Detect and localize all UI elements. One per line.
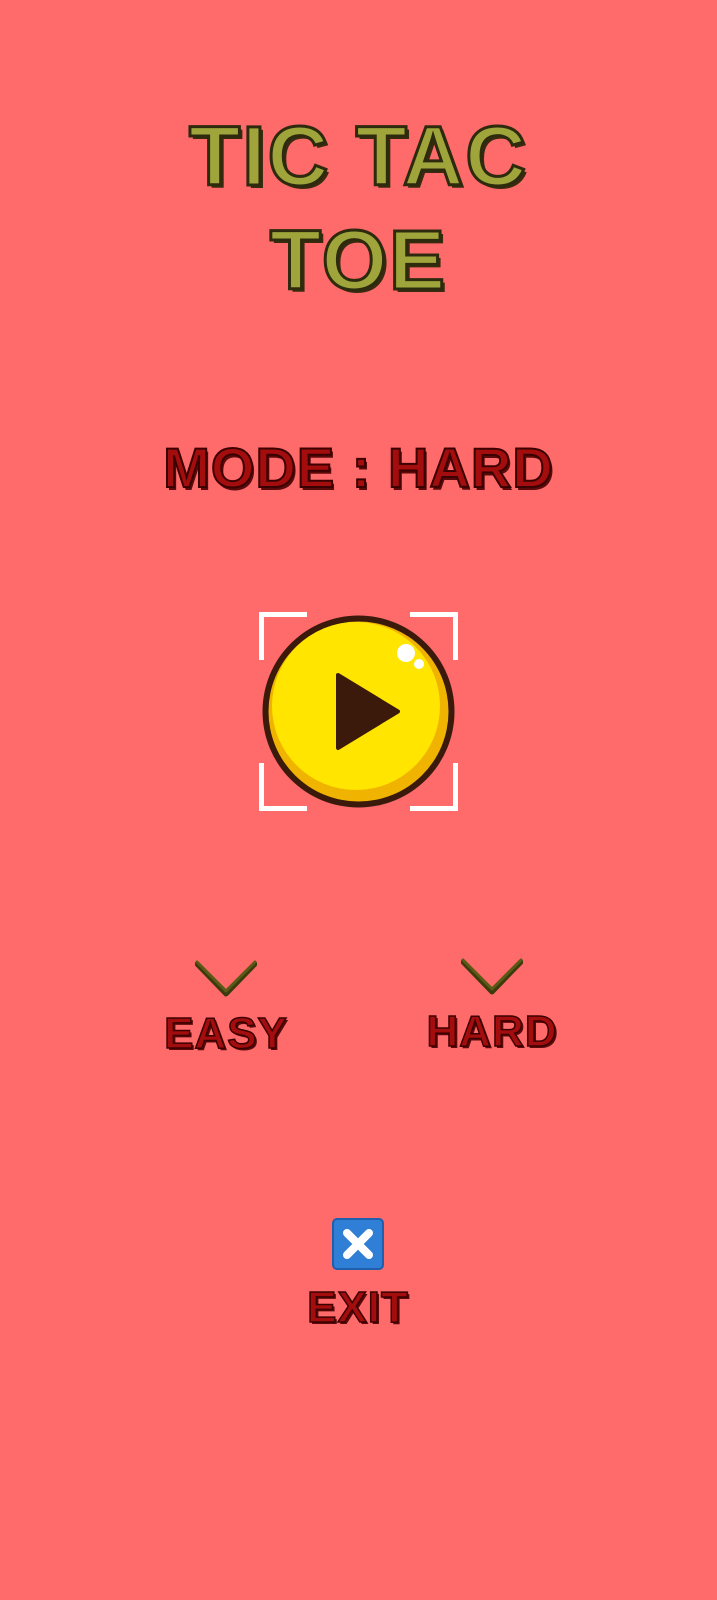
title-line-2: TOE [268, 212, 448, 309]
close-icon [332, 1218, 384, 1270]
exit-button[interactable]: EXIT [258, 1218, 458, 1336]
difficulty-option-easy[interactable]: EASY [126, 960, 326, 1062]
title-line-1: TIC TAC [187, 108, 529, 205]
chevron-down-icon [195, 960, 257, 997]
difficulty-option-hard[interactable]: HARD [392, 958, 592, 1060]
difficulty-label-hard: HARD [426, 1006, 558, 1057]
chevron-down-icon [461, 958, 523, 995]
exit-label: EXIT [306, 1282, 409, 1333]
difficulty-label-easy: EASY [163, 1008, 288, 1059]
play-button[interactable] [259, 612, 458, 811]
play-icon [259, 612, 458, 811]
mode-label: MODE : HARD [162, 435, 554, 500]
